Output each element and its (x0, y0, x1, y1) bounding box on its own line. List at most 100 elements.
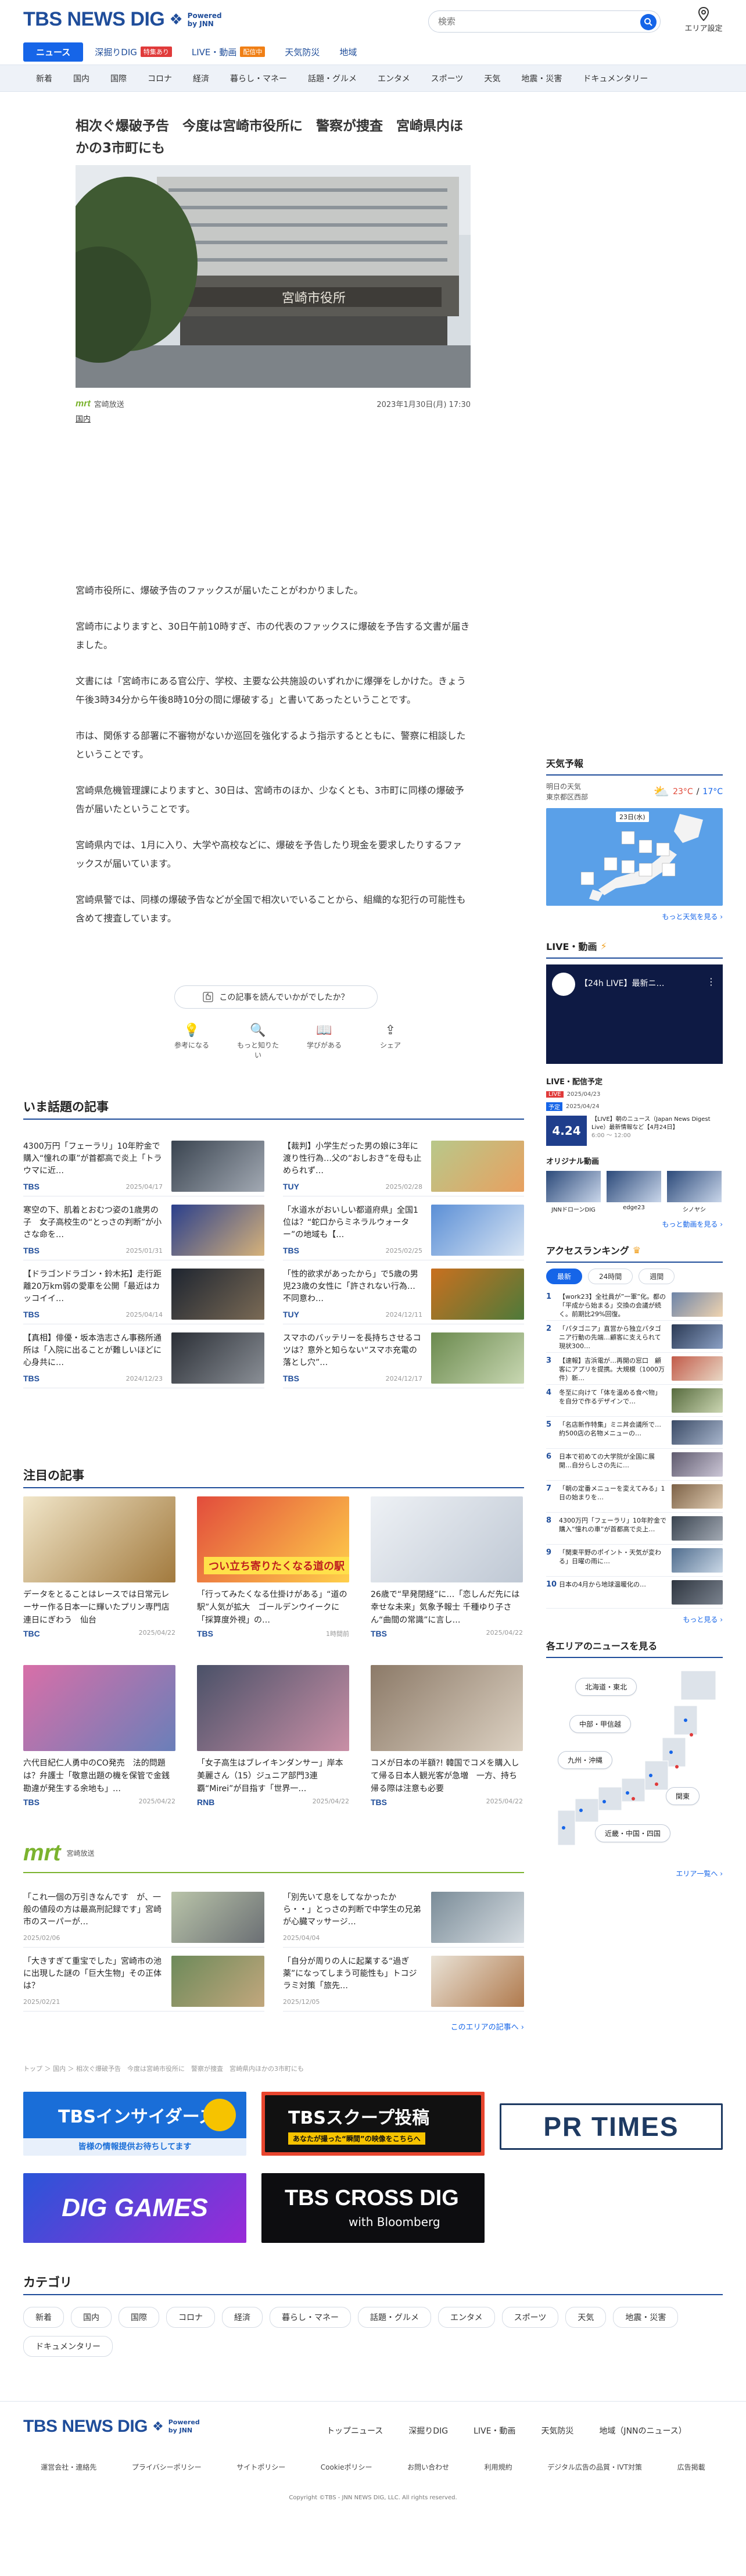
subnav-item[interactable]: 天気 (474, 73, 511, 84)
featured-card[interactable]: 六代目紀仁人勇中のCO発売 法的問題は？弁護士「敬意出題の機を保管で金銭勘違が発… (23, 1665, 175, 1834)
subnav-item[interactable]: エンタメ (367, 73, 421, 84)
subnav-item[interactable]: 新着 (23, 73, 63, 84)
ranking-item[interactable]: 2 「パタゴニア」直営から独立パタゴニア行動の先端…顧客に支えられて現状300… (546, 1321, 723, 1353)
search-input[interactable] (438, 16, 624, 27)
original-video-item[interactable]: JNNドローンDIG (546, 1171, 601, 1213)
ranking-item[interactable]: 10 日本の4月から地球温暖化の… (546, 1577, 723, 1609)
weather-more-link[interactable]: もっと天気を見る › (546, 912, 723, 921)
reaction-learned[interactable]: 📖 学びがある (301, 1020, 347, 1060)
local-item[interactable]: 「これ一個の万引きなんです が、一般の値段の方は最高刑記録です」宮崎市のスーパー… (23, 1884, 264, 1948)
area-button-kinki[interactable]: 近畿・中国・四国 (595, 1824, 671, 1842)
prtimes-banner[interactable]: PR TIMES (500, 2103, 723, 2150)
ranking-tab[interactable]: 最新 (546, 1269, 583, 1284)
area-button-hokkaido-tohoku[interactable]: 北海道・東北 (575, 1678, 637, 1696)
trending-item[interactable]: 【真相】俳優・坂本浩志さん事務所通所は「入院に出ることが難しいほどに心身共に… T… (23, 1324, 264, 1388)
schedule-item[interactable]: 4.24 【LIVE】朝のニュース（Japan News Digest Live… (546, 1116, 723, 1146)
footer-nav-item[interactable]: LIVE・動画 (474, 2425, 515, 2436)
footer-logo[interactable]: TBS NEWS DIG ❖ Powered by JNN (23, 2417, 200, 2436)
category-chip[interactable]: エンタメ (438, 2307, 495, 2328)
ranking-more-link[interactable]: もっと見る › (546, 1614, 723, 1624)
ranking-item[interactable]: 9 「関東平野のポイント・天気が変わる」日曜の雨に… (546, 1545, 723, 1577)
footer-nav-item[interactable]: 天気防災 (541, 2425, 573, 2436)
trending-item[interactable]: 【裁判】小学生だった男の娘に3年に渡り性行為…父の“おしおき”を母も止められず…… (283, 1132, 524, 1196)
ranking-item[interactable]: 6 日本で初めての大学院が全国に展開…自分らしさの先に… (546, 1449, 723, 1481)
category-chip[interactable]: ドキュメンタリー (23, 2336, 113, 2357)
insider-banner[interactable]: TBSインサイダーズ 皆様の情報提供お待ちしてます (23, 2092, 246, 2156)
ranking-item[interactable]: 5 「名店新作特集」ミニ丼会議所で…約500店の名物メニューの… (546, 1417, 723, 1449)
area-button-kanto[interactable]: 関東 (666, 1787, 700, 1805)
crossdig-banner[interactable]: TBS CROSS DIG with Bloomberg (261, 2173, 485, 2243)
category-chip[interactable]: コロナ (166, 2307, 215, 2328)
footer-link[interactable]: Cookieポリシー (321, 2462, 372, 2472)
area-more-link[interactable]: エリア一覧へ › (546, 1868, 723, 1878)
article-source[interactable]: mrt 宮崎放送 (76, 398, 124, 410)
subnav-item[interactable]: 国際 (100, 73, 137, 84)
featured-card[interactable]: つい立ち寄りたくなる道の駅 「行ってみたくなる仕掛けがある」“道の駅”人気が拡大 … (197, 1496, 349, 1665)
trending-item[interactable]: 「水道水がおいしい都道府県」全国1位は？“蛇口からミネラルウォーター”の地域も【… (283, 1196, 524, 1260)
trending-item[interactable]: 寒空の下、肌着とおむつ姿の1歳男の子 女子高校生の“とっさの判断”が小さな命を…… (23, 1196, 264, 1260)
subnav-item[interactable]: 話題・グルメ (297, 73, 367, 84)
reaction-want-more[interactable]: 🔍 もっと知りたい (235, 1020, 281, 1060)
category-chip[interactable]: 天気 (565, 2307, 607, 2328)
nav-weather[interactable]: 天気防災 (277, 42, 328, 62)
footer-link[interactable]: 広告掲載 (677, 2462, 705, 2472)
original-video-item[interactable]: シノヤシ (667, 1171, 722, 1213)
featured-card[interactable]: 「女子高生はブレイキンダンサー」岸本美麗さん（15）ジュニア部門3連覇“Mire… (197, 1665, 349, 1834)
category-chip[interactable]: 暮らし・マネー (270, 2307, 351, 2328)
footer-nav-item[interactable]: 深掘りDIG (408, 2425, 448, 2436)
local-item[interactable]: 「大きすぎて重宝でした」宮崎市の池に出現した謎の「巨大生物」その正体は？ 2025… (23, 1948, 264, 2012)
nav-deepdig[interactable]: 深掘りDIG 特集あり (87, 42, 180, 62)
subnav-item[interactable]: ドキュメンタリー (572, 73, 658, 84)
ranking-item[interactable]: 8 4300万円「フェーラリ」10年貯金で購入“憧れの車”が首都高で炎上… (546, 1513, 723, 1545)
subnav-item[interactable]: コロナ (137, 73, 182, 84)
ranking-item[interactable]: 1 【work23】全社員が”一軍”化。都の「平成から始まる」交換の会議が続く。前… (546, 1289, 723, 1321)
search-button[interactable] (640, 14, 657, 30)
nav-news[interactable]: ニュース (23, 42, 84, 62)
area-button-chubu[interactable]: 中部・甲信越 (569, 1715, 632, 1733)
featured-card[interactable]: データをとることはレースでは日常元レーサー作る日本一に輝いたプリン専門店 連日に… (23, 1496, 175, 1665)
live-video-player[interactable]: 【24h LIVE】最新ニ… ⋮ (546, 964, 723, 1064)
feedback-prompt[interactable]: この記事を読んでいかがでしたか？ (174, 985, 378, 1009)
ranking-tab[interactable]: 週間 (639, 1269, 675, 1284)
reaction-helpful[interactable]: 💡 参考になる (168, 1020, 215, 1060)
more-vert-icon[interactable]: ⋮ (706, 976, 716, 987)
footer-nav-item[interactable]: トップニュース (327, 2425, 383, 2436)
video-more-link[interactable]: もっと動画を見る › (546, 1219, 723, 1229)
trending-item[interactable]: 【ドラゴンドラゴン・鈴木拓】走行距離20万km弱の愛車を公開「最近はカッコイイ…… (23, 1260, 264, 1324)
ranking-tab[interactable]: 24時間 (588, 1269, 633, 1284)
article-hero-image[interactable]: 宮崎市役所 (76, 165, 471, 388)
category-chip[interactable]: スポーツ (501, 2307, 559, 2328)
footer-link[interactable]: サイトポリシー (236, 2462, 285, 2472)
category-chip[interactable]: 国内 (71, 2307, 112, 2328)
featured-card[interactable]: 26歳で“早発閉経”に…「恋しんだ先には幸せな未来」気象予報士 千種ゆり子さん“… (371, 1496, 523, 1665)
ranking-item[interactable]: 3 【速報】吉浜電が…再開の窓口 顧客にアプリを提携。大規模（1000万件）新… (546, 1353, 723, 1385)
nav-region[interactable]: 地域 (331, 42, 365, 62)
trending-item[interactable]: 4300万円「フェーラリ」10年貯金で購入“憧れの車”が首都高で炎上「トラウマに… (23, 1132, 264, 1196)
footer-link[interactable]: 利用規約 (485, 2462, 512, 2472)
footer-link[interactable]: お問い合わせ (407, 2462, 449, 2472)
diggames-banner[interactable]: DIG GAMES (23, 2173, 246, 2243)
footer-link[interactable]: デジタル広告の品質・IVT対策 (547, 2462, 642, 2472)
local-item[interactable]: 「別先いて息をしてなかったから・・」とっさの判断で中学生の兄弟が心臓マッサージ…… (283, 1884, 524, 1948)
footer-nav-item[interactable]: 地域（JNNのニュース） (599, 2425, 686, 2436)
footer-link[interactable]: 運営会社・連絡先 (41, 2462, 96, 2472)
site-logo[interactable]: TBS NEWS DIG ❖ Powered by JNN (23, 8, 222, 31)
subnav-item[interactable]: 暮らし・マネー (220, 73, 297, 84)
trending-item[interactable]: 「性的欲求があったから」で5歳の男児23歳の女性に「許されない行為…不同意わ… T… (283, 1260, 524, 1324)
scoop-banner[interactable]: TBSスクープ投稿 あなたが撮った“瞬間”の映像をこちらへ (261, 2092, 485, 2156)
category-chip[interactable]: 地震・災害 (613, 2307, 679, 2328)
area-setting-button[interactable]: エリア設定 (683, 7, 724, 33)
article-category-link[interactable]: 国内 (76, 413, 471, 424)
subnav-item[interactable]: 地震・災害 (511, 73, 572, 84)
area-button-kyushu-okinawa[interactable]: 九州・沖縄 (558, 1751, 613, 1769)
footer-link[interactable]: プライバシーポリシー (132, 2462, 202, 2472)
trending-item[interactable]: スマホのバッテリーを長持ちさせるコツは？意外と知らない“スマホ充電の落とし穴”…… (283, 1324, 524, 1388)
nav-live[interactable]: LIVE・動画 配信中 (184, 42, 274, 62)
category-chip[interactable]: 新着 (23, 2307, 64, 2328)
subnav-item[interactable]: 経済 (182, 73, 220, 84)
category-chip[interactable]: 国際 (119, 2307, 159, 2328)
category-chip[interactable]: 経済 (222, 2307, 263, 2328)
weather-map[interactable]: 23日(水) (546, 808, 723, 906)
ranking-item[interactable]: 4 冬至に向けて「体を温める食べ物」を自分で作るデザインで… (546, 1385, 723, 1417)
category-chip[interactable]: 話題・グルメ (358, 2307, 431, 2328)
